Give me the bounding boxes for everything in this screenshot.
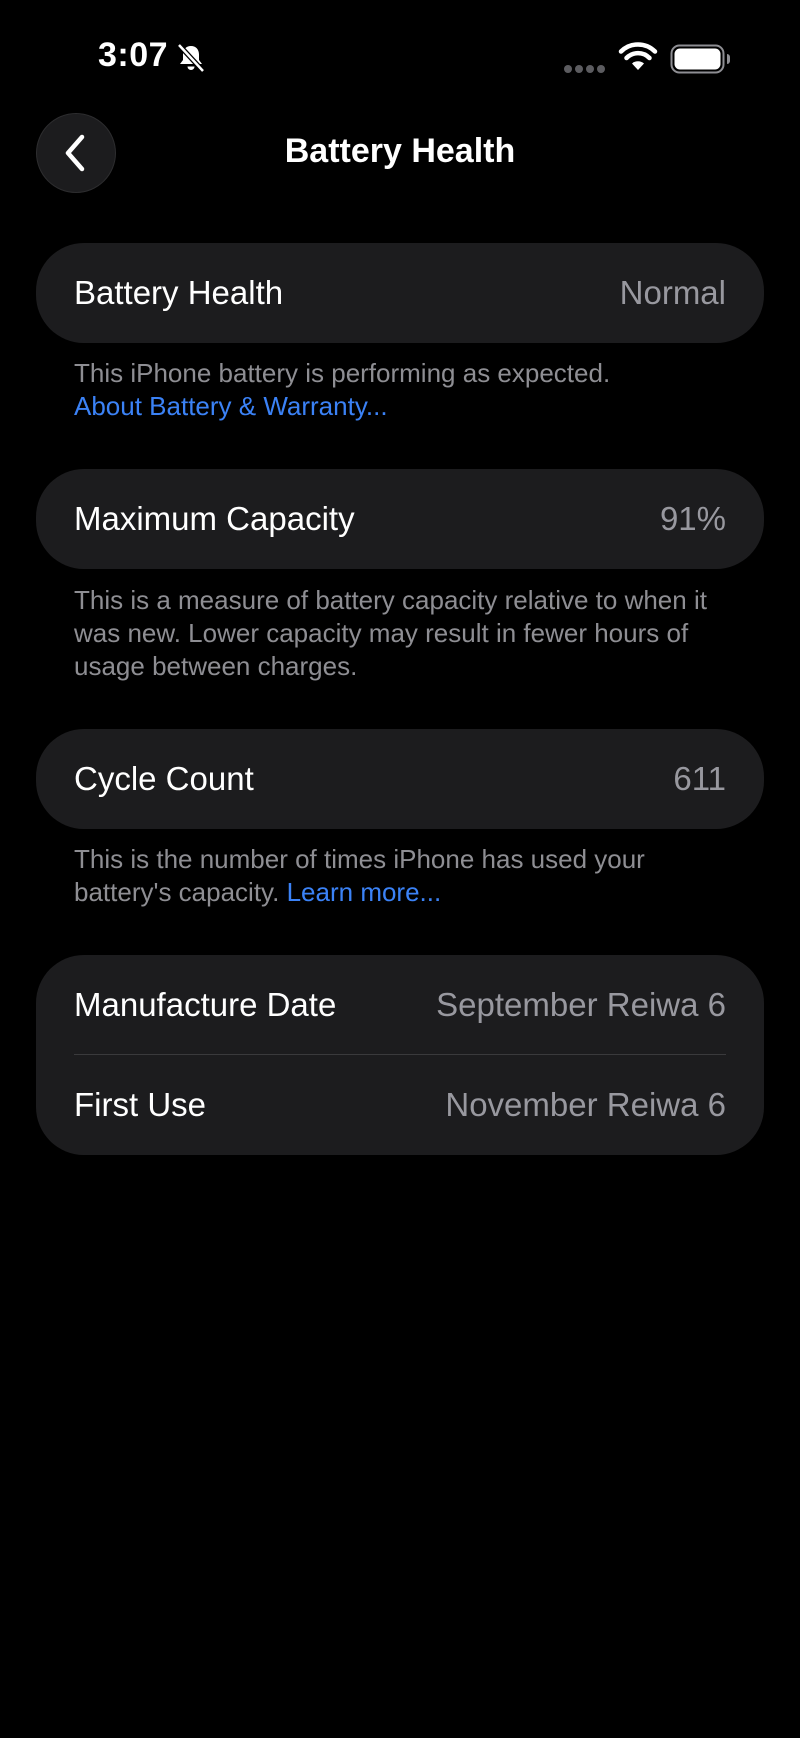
page-title: Battery Health	[284, 132, 516, 170]
battery-health-description: This iPhone battery is performing as exp…	[74, 358, 611, 388]
battery-health-label: Battery Health	[74, 274, 284, 311]
status-bar: 3:07	[0, 0, 800, 110]
learn-more-link[interactable]: Learn more...	[287, 877, 442, 907]
cycle-count-card: Cycle Count 611	[36, 729, 764, 829]
maximum-capacity-label: Maximum Capacity	[74, 500, 355, 537]
battery-icon	[670, 44, 730, 74]
status-time: 3:07	[98, 36, 169, 74]
manufacture-date-row: Manufacture Date September Reiwa 6	[74, 955, 726, 1055]
maximum-capacity-footnote: This is a measure of battery capacity re…	[74, 585, 707, 681]
battery-health-row: Battery Health Normal	[74, 243, 726, 343]
battery-health-value: Normal	[619, 274, 726, 311]
cycle-count-row: Cycle Count 611	[74, 729, 726, 829]
maximum-capacity-value: 91%	[659, 500, 726, 537]
cycle-count-value: 611	[673, 760, 726, 797]
signal-dots-icon	[564, 65, 605, 73]
dates-card: Manufacture Date September Reiwa 6 First…	[36, 955, 764, 1155]
maximum-capacity-row: Maximum Capacity 91%	[74, 469, 726, 569]
first-use-value: November Reiwa 6	[445, 1086, 726, 1123]
battery-health-footnote: This iPhone battery is performing as exp…	[74, 357, 734, 423]
maximum-capacity-card: Maximum Capacity 91%	[36, 469, 764, 569]
cycle-count-label: Cycle Count	[74, 760, 254, 797]
first-use-label: First Use	[74, 1086, 206, 1123]
bell-slash-icon	[177, 43, 205, 73]
manufacture-date-value: September Reiwa 6	[436, 986, 726, 1023]
manufacture-date-label: Manufacture Date	[74, 986, 337, 1023]
battery-health-card: Battery Health Normal	[36, 243, 764, 343]
about-battery-warranty-link[interactable]: About Battery & Warranty...	[74, 391, 388, 421]
cycle-count-footnote: This is the number of times iPhone has u…	[74, 843, 734, 909]
first-use-row: First Use November Reiwa 6	[74, 1055, 726, 1155]
wifi-icon	[618, 42, 658, 70]
